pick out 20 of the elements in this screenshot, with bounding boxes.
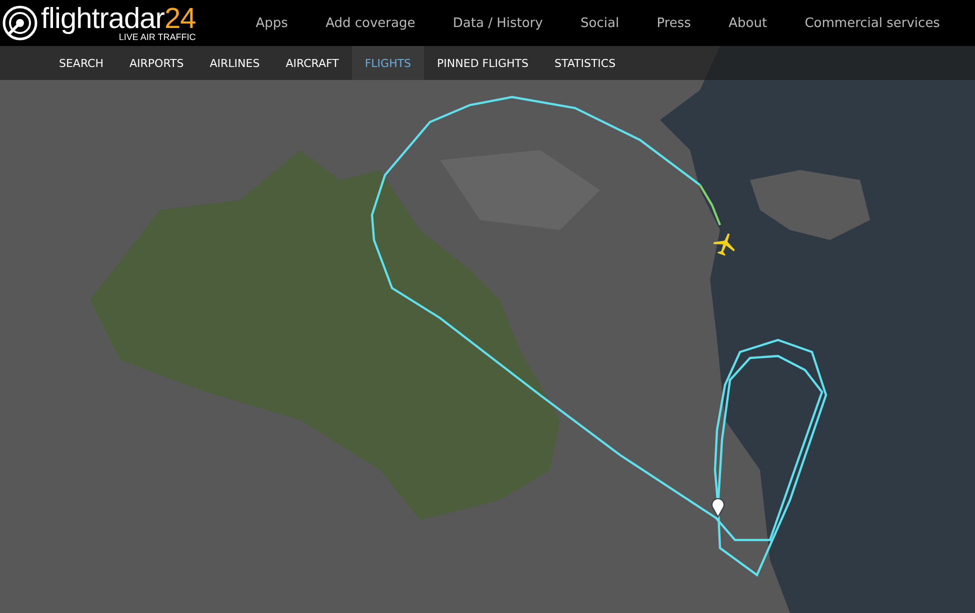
nav-tab[interactable]: AIRPORTS (116, 46, 197, 80)
top-nav-link[interactable]: Apps (256, 16, 288, 30)
top-nav-link[interactable]: Add coverage (326, 16, 416, 30)
top-nav-link[interactable]: Social (580, 16, 620, 30)
top-nav-link[interactable]: About (728, 16, 768, 30)
logo-wordmark: flightradar24 (41, 4, 196, 32)
nav-tab[interactable]: PINNED FLIGHTS (424, 46, 542, 80)
nav-tab[interactable]: SEARCH (46, 46, 117, 80)
nav-tab[interactable]: FLIGHTS (352, 46, 424, 80)
location-pin-icon (712, 498, 724, 518)
flightradar-logo[interactable]: flightradar24 LIVE AIR TRAFFIC (2, 4, 196, 42)
nav-tab[interactable]: AIRLINES (196, 46, 273, 80)
top-nav-link[interactable]: Data / History (452, 16, 543, 30)
nav-tab[interactable]: STATISTICS (542, 46, 629, 80)
top-nav-link[interactable]: Press (656, 16, 691, 30)
nav-tab[interactable]: AIRCRAFT (272, 46, 352, 80)
logo-tagline: LIVE AIR TRAFFIC (118, 32, 196, 42)
top-nav-link[interactable]: Commercial services (804, 16, 940, 30)
airplane-icon[interactable] (713, 233, 735, 256)
radar-logo-icon (2, 5, 38, 41)
